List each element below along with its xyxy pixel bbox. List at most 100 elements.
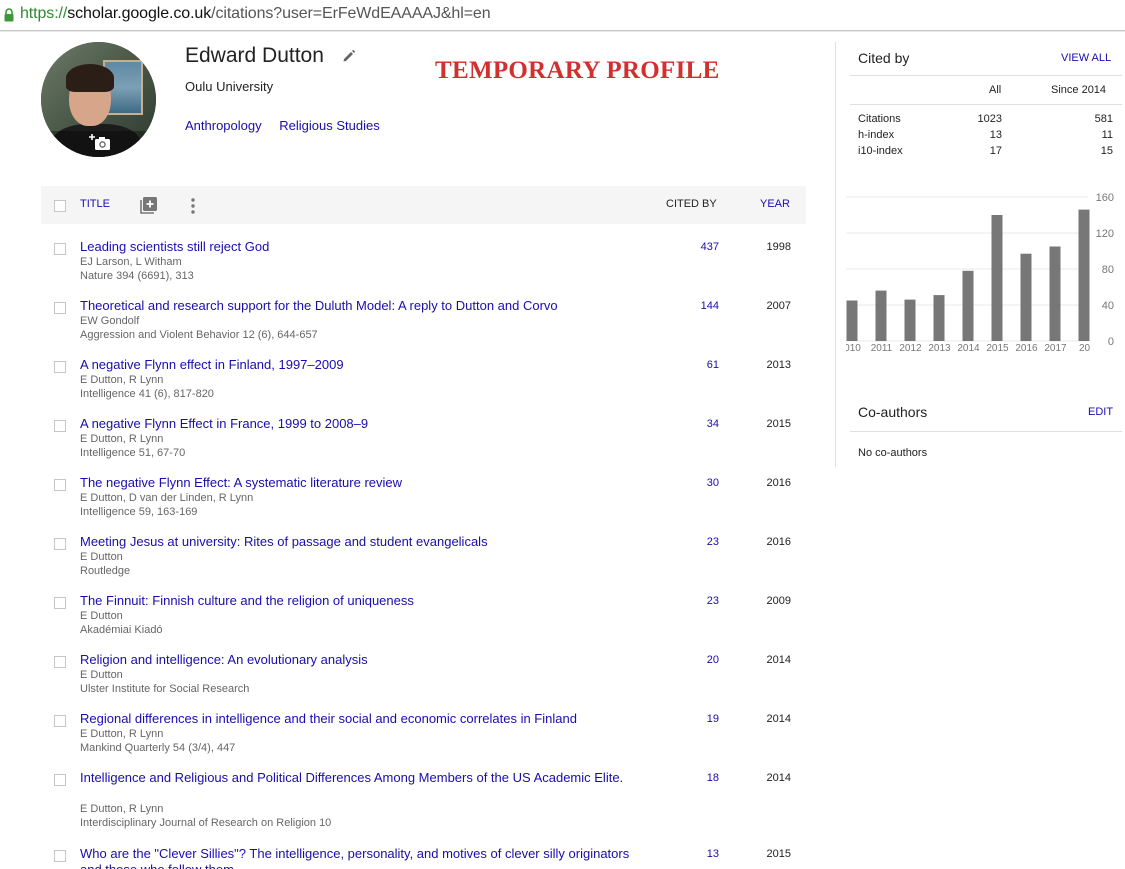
article-checkbox[interactable] (54, 538, 66, 550)
x-tick-label: 2016 (1015, 343, 1038, 354)
article-authors: E Dutton (80, 551, 123, 563)
article-cited-by[interactable]: 144 (661, 300, 719, 312)
article-title[interactable]: Meeting Jesus at university: Rites of pa… (80, 534, 640, 550)
y-tick-label: 80 (1102, 264, 1114, 276)
article-title[interactable]: The negative Flynn Effect: A systematic … (80, 475, 640, 491)
cited-by-column-header: CITED BY (666, 198, 717, 210)
article-cited-by[interactable]: 20 (661, 654, 719, 666)
article-cited-by[interactable]: 61 (661, 359, 719, 371)
article-year: 2015 (766, 418, 791, 430)
x-tick-label: 20 (1079, 343, 1091, 354)
article-title[interactable]: Who are the "Clever Sillies"? The intell… (80, 846, 640, 869)
article-checkbox[interactable] (54, 656, 66, 668)
article-checkbox[interactable] (54, 420, 66, 432)
article-cited-by[interactable]: 30 (661, 477, 719, 489)
divider (850, 431, 1122, 432)
article-year: 2014 (766, 713, 791, 725)
sidebar: Cited by VIEW ALL All Since 2014 Citatio… (835, 42, 1125, 467)
chart-bar-2016[interactable] (1020, 253, 1032, 341)
article-cited-by[interactable]: 34 (661, 418, 719, 430)
profile-photo[interactable] (41, 42, 156, 157)
interest-link-anthropology[interactable]: Anthropology (185, 118, 262, 133)
stat-label-i10-index: i10-index (858, 145, 903, 157)
add-photo-icon[interactable] (89, 133, 111, 151)
sort-by-year[interactable]: YEAR (760, 198, 790, 210)
chart-bar-2010[interactable] (846, 300, 858, 342)
article-cited-by[interactable]: 437 (661, 241, 719, 253)
article-checkbox[interactable] (54, 479, 66, 491)
stat-all-i10-index: 17 (989, 145, 1002, 157)
stat-all-citations: 1023 (977, 113, 1002, 125)
add-article-icon[interactable] (140, 196, 158, 214)
profile-name: Edward Dutton (185, 44, 324, 67)
article-title[interactable]: Theoretical and research support for the… (80, 298, 640, 314)
article-year: 2016 (766, 536, 791, 548)
article-venue: Intelligence 59, 163-169 (80, 506, 198, 518)
select-all-checkbox[interactable] (54, 200, 66, 212)
edit-pencil-icon[interactable] (342, 49, 356, 63)
article-authors: EW Gondolf (80, 315, 140, 327)
divider (850, 75, 1122, 76)
x-tick-label: 010 (846, 343, 861, 354)
article-title[interactable]: Leading scientists still reject God (80, 239, 640, 255)
chart-bar-2013[interactable] (933, 295, 945, 341)
sort-by-title[interactable]: TITLE (80, 198, 110, 210)
chart-bar-2018[interactable] (1078, 209, 1090, 341)
article-checkbox[interactable] (54, 715, 66, 727)
article-title[interactable]: A negative Flynn effect in Finland, 1997… (80, 357, 640, 373)
y-tick-label: 160 (1096, 192, 1114, 204)
article-checkbox[interactable] (54, 774, 66, 786)
x-tick-label: 2015 (986, 343, 1009, 354)
y-tick-label: 120 (1096, 228, 1114, 240)
article-year: 2014 (766, 772, 791, 784)
x-tick-label: 2017 (1044, 343, 1067, 354)
article-authors: E Dutton, R Lynn (80, 433, 164, 445)
article-cited-by[interactable]: 13 (661, 848, 719, 860)
stat-since-i10-index: 15 (1100, 145, 1113, 157)
more-options-icon[interactable] (189, 197, 197, 215)
article-year: 2013 (766, 359, 791, 371)
article-cited-by[interactable]: 19 (661, 713, 719, 725)
affiliation: Oulu University (185, 79, 274, 94)
article-checkbox[interactable] (54, 597, 66, 609)
article-venue: Nature 394 (6691), 313 (80, 270, 194, 282)
coauthors-heading: Co-authors (858, 404, 928, 420)
articles-table-header: TITLE CITED BY YEAR (41, 186, 806, 224)
citations-bar-chart[interactable]: 0 40 80 120 160 010 2011 2012 2013 2014 2015 2016 20… (846, 184, 1125, 359)
chart-bar-2012[interactable] (904, 299, 916, 341)
article-checkbox[interactable] (54, 243, 66, 255)
article-year: 2014 (766, 654, 791, 666)
article-title[interactable]: A negative Flynn Effect in France, 1999 … (80, 416, 640, 432)
interest-link-religious-studies[interactable]: Religious Studies (279, 118, 379, 133)
article-title[interactable]: Intelligence and Religious and Political… (80, 770, 640, 786)
article-venue: Akadémiai Kiadó (80, 624, 163, 636)
article-year: 2007 (766, 300, 791, 312)
article-cited-by[interactable]: 23 (661, 536, 719, 548)
chart-bar-2015[interactable] (991, 215, 1003, 341)
article-cited-by[interactable]: 18 (661, 772, 719, 784)
stat-all-h-index: 13 (989, 129, 1002, 141)
x-tick-label: 2013 (928, 343, 951, 354)
article-authors: E Dutton, D van der Linden, R Lynn (80, 492, 254, 504)
article-venue: Intelligence 41 (6), 817-820 (80, 388, 214, 400)
article-checkbox[interactable] (54, 361, 66, 373)
article-title[interactable]: The Finnuit: Finnish culture and the rel… (80, 593, 640, 609)
article-venue: Interdisciplinary Journal of Research on… (80, 817, 332, 829)
chart-bar-2017[interactable] (1049, 246, 1061, 342)
address-bar[interactable]: https://scholar.google.co.uk/citations?u… (0, 0, 1125, 31)
article-checkbox[interactable] (54, 302, 66, 314)
chart-bar-2011[interactable] (875, 290, 887, 341)
view-all-link[interactable]: VIEW ALL (1061, 52, 1111, 64)
article-year: 2009 (766, 595, 791, 607)
article-venue: Aggression and Violent Behavior 12 (6), … (80, 329, 318, 341)
article-authors: E Dutton, R Lynn (80, 728, 164, 740)
article-year: 2015 (766, 848, 791, 860)
article-cited-by[interactable]: 23 (661, 595, 719, 607)
article-checkbox[interactable] (54, 850, 66, 862)
coauthors-edit-link[interactable]: EDIT (1088, 406, 1113, 418)
article-authors: E Dutton (80, 610, 123, 622)
chart-bar-2014[interactable] (962, 270, 974, 341)
article-title[interactable]: Religion and intelligence: An evolutiona… (80, 652, 640, 668)
article-title[interactable]: Regional differences in intelligence and… (80, 711, 640, 727)
cited-by-heading: Cited by (858, 50, 910, 66)
